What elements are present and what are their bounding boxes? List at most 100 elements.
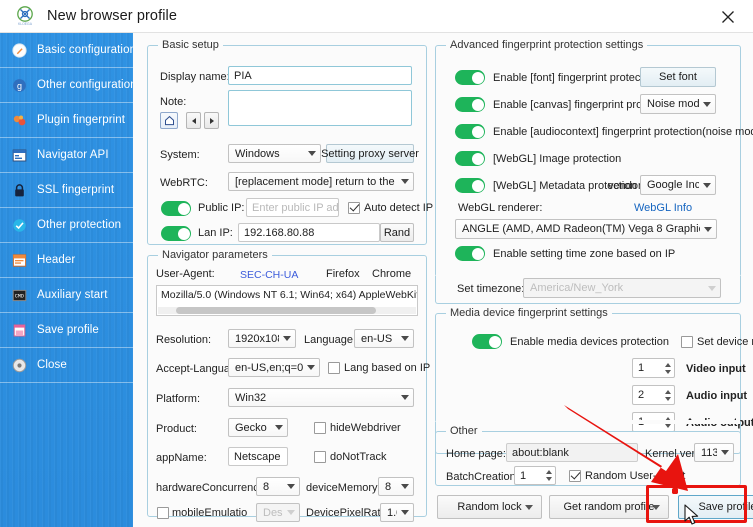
random-user-agent-label: Random User-Agent	[585, 470, 685, 482]
user-agent-value: Mozilla/5.0 (Windows NT 6.1; Win64; x64)…	[157, 286, 417, 301]
spin-up-icon[interactable]	[665, 390, 671, 394]
setting-proxy-server-button[interactable]: Setting proxy server	[326, 144, 414, 163]
random-user-agent-checkbox[interactable]	[569, 470, 581, 482]
user-agent-textarea[interactable]: Mozilla/5.0 (Windows NT 6.1; Win64; x64)…	[156, 285, 418, 316]
chevron-down-icon	[401, 510, 409, 515]
spin-up-icon[interactable]	[546, 470, 552, 474]
public-ip-toggle[interactable]	[161, 201, 191, 216]
device-memory-combobox[interactable]: 8	[378, 477, 414, 496]
public-ip-input[interactable]: Enter public IP address	[246, 198, 339, 217]
kernel-ver-combobox[interactable]: 113	[694, 443, 734, 462]
sidebar-item-other-configurations[interactable]: g Other configurations	[0, 68, 133, 103]
canvas-noise-mode-combobox[interactable]: Noise mode B	[640, 94, 716, 114]
lang-based-on-ip-checkbox[interactable]	[328, 362, 340, 374]
language-combobox[interactable]: en-US	[354, 329, 414, 348]
webgl-vendor-combobox[interactable]: Google Inc. (	[640, 175, 716, 195]
get-random-profile-button[interactable]: Get random profile	[549, 495, 669, 519]
arrow-left-icon[interactable]	[186, 112, 201, 129]
user-agent-scrollbar[interactable]	[158, 307, 416, 314]
accept-language-value: en-US,en;q=0.9	[235, 362, 303, 374]
resolution-combobox[interactable]: 1920x1080	[228, 329, 296, 348]
system-combobox[interactable]: Windows	[228, 144, 321, 163]
set-font-button[interactable]: Set font	[640, 67, 716, 87]
save-profile-button[interactable]: Save profile	[678, 495, 753, 519]
arrow-right-icon[interactable]	[204, 112, 219, 129]
spin-down-icon[interactable]	[665, 370, 671, 374]
audio-input-spinner[interactable]: 2	[632, 385, 675, 405]
spinner-buttons[interactable]	[661, 386, 674, 404]
spinner-buttons[interactable]	[542, 467, 555, 484]
font-protection-toggle[interactable]	[455, 70, 485, 85]
audio-input-label: Audio input	[686, 390, 747, 402]
webgl-info-link[interactable]: WebGL Info	[634, 202, 692, 214]
chevron-down-icon	[308, 151, 316, 156]
product-label: Product:	[156, 423, 197, 435]
lan-ip-input[interactable]: 192.168.80.88	[238, 223, 380, 242]
mobile-emulation-combobox[interactable]: Desktop	[256, 503, 300, 522]
close-icon[interactable]	[717, 6, 739, 28]
firefox-link[interactable]: Firefox	[326, 268, 360, 280]
webgl-metadata-protection-toggle[interactable]	[455, 178, 485, 193]
video-input-spinner[interactable]: 1	[632, 358, 675, 378]
chrome-link[interactable]: Chrome	[372, 268, 411, 280]
home-page-input[interactable]: about:blank	[506, 443, 638, 462]
webgl-image-protection-toggle[interactable]	[455, 151, 485, 166]
hardware-concurrency-combobox[interactable]: 8	[256, 477, 300, 496]
audiocontext-protection-toggle[interactable]	[455, 124, 485, 139]
auto-detect-ip-label: Auto detect IP	[364, 202, 433, 214]
timezone-ip-toggle[interactable]	[455, 246, 485, 261]
sidebar-item-navigator-api[interactable]: Navigator API	[0, 138, 133, 173]
webrtc-combobox[interactable]: [replacement mode] return to the specifi…	[228, 172, 414, 191]
sidebar-item-other-protection[interactable]: Other protection	[0, 208, 133, 243]
sec-ch-ua-link[interactable]: SEC-CH-UA	[240, 269, 298, 281]
webrtc-value: [replacement mode] return to the specifi…	[235, 176, 397, 188]
spinner-buttons[interactable]	[661, 359, 674, 377]
platform-combobox[interactable]: Win32	[228, 388, 414, 407]
set-device-name-checkbox[interactable]	[681, 336, 693, 348]
note-label: Note:	[160, 96, 186, 108]
scrollbar-thumb[interactable]	[176, 307, 376, 314]
sidebar-item-plugin-fingerprint[interactable]: Plugin fingerprint	[0, 103, 133, 138]
display-name-input[interactable]: PIA	[228, 66, 412, 85]
public-ip-placeholder: Enter public IP address	[252, 202, 339, 214]
media-device-group: Media device fingerprint settings Enable…	[435, 313, 741, 423]
sidebar-item-save-profile[interactable]: Save profile	[0, 313, 133, 348]
advanced-group-extension	[435, 276, 741, 304]
hide-webdriver-checkbox[interactable]	[314, 422, 326, 434]
home-icon[interactable]	[160, 112, 178, 129]
sidebar-item-ssl-fingerprint[interactable]: SSL fingerprint	[0, 173, 133, 208]
appname-input[interactable]: Netscape	[228, 447, 288, 466]
product-combobox[interactable]: Gecko	[228, 418, 288, 437]
sidebar-item-label: Basic configuration	[37, 44, 133, 56]
header-orange-icon	[11, 252, 28, 269]
auto-detect-ip-checkbox[interactable]	[348, 202, 360, 214]
media-devices-protection-toggle[interactable]	[472, 334, 502, 349]
batch-creation-spinner[interactable]: 1	[514, 466, 556, 485]
spin-up-icon[interactable]	[665, 363, 671, 367]
spin-down-icon[interactable]	[546, 477, 552, 481]
lan-ip-toggle[interactable]	[161, 226, 191, 241]
accept-language-combobox[interactable]: en-US,en;q=0.9	[228, 358, 320, 377]
batch-creation-label: BatchCreation:	[446, 471, 519, 483]
note-input[interactable]	[228, 90, 412, 126]
video-input-count: 1	[638, 362, 661, 374]
language-label: Language:	[304, 334, 356, 346]
appname-label: appName:	[156, 452, 207, 464]
timezone-ip-label: Enable setting time zone based on IP	[493, 248, 675, 260]
webgl-renderer-combobox[interactable]: ANGLE (AMD, AMD Radeon(TM) Vega 8 Graphi…	[455, 219, 717, 239]
sidebar-item-close[interactable]: Close	[0, 348, 133, 383]
sidebar-item-basic-configuration[interactable]: Basic configuration	[0, 33, 133, 68]
device-pixel-ratio-combobox[interactable]: 1.0	[380, 503, 414, 522]
sidebar-item-auxiliary-start[interactable]: CMD Auxiliary start	[0, 278, 133, 313]
rand-button[interactable]: Rand	[380, 223, 414, 242]
kernel-ver-value: 113	[701, 447, 717, 459]
donottrack-checkbox[interactable]	[314, 451, 326, 463]
random-lock-button[interactable]: Random lock	[437, 495, 542, 519]
spin-down-icon[interactable]	[665, 397, 671, 401]
sidebar-item-label: Other protection	[37, 219, 121, 231]
advanced-fingerprint-title: Advanced fingerprint protection settings	[446, 39, 647, 51]
chevron-down-icon	[401, 484, 409, 489]
sidebar-item-header[interactable]: Header	[0, 243, 133, 278]
mobile-emulation-checkbox[interactable]	[157, 507, 169, 519]
canvas-protection-toggle[interactable]	[455, 97, 485, 112]
